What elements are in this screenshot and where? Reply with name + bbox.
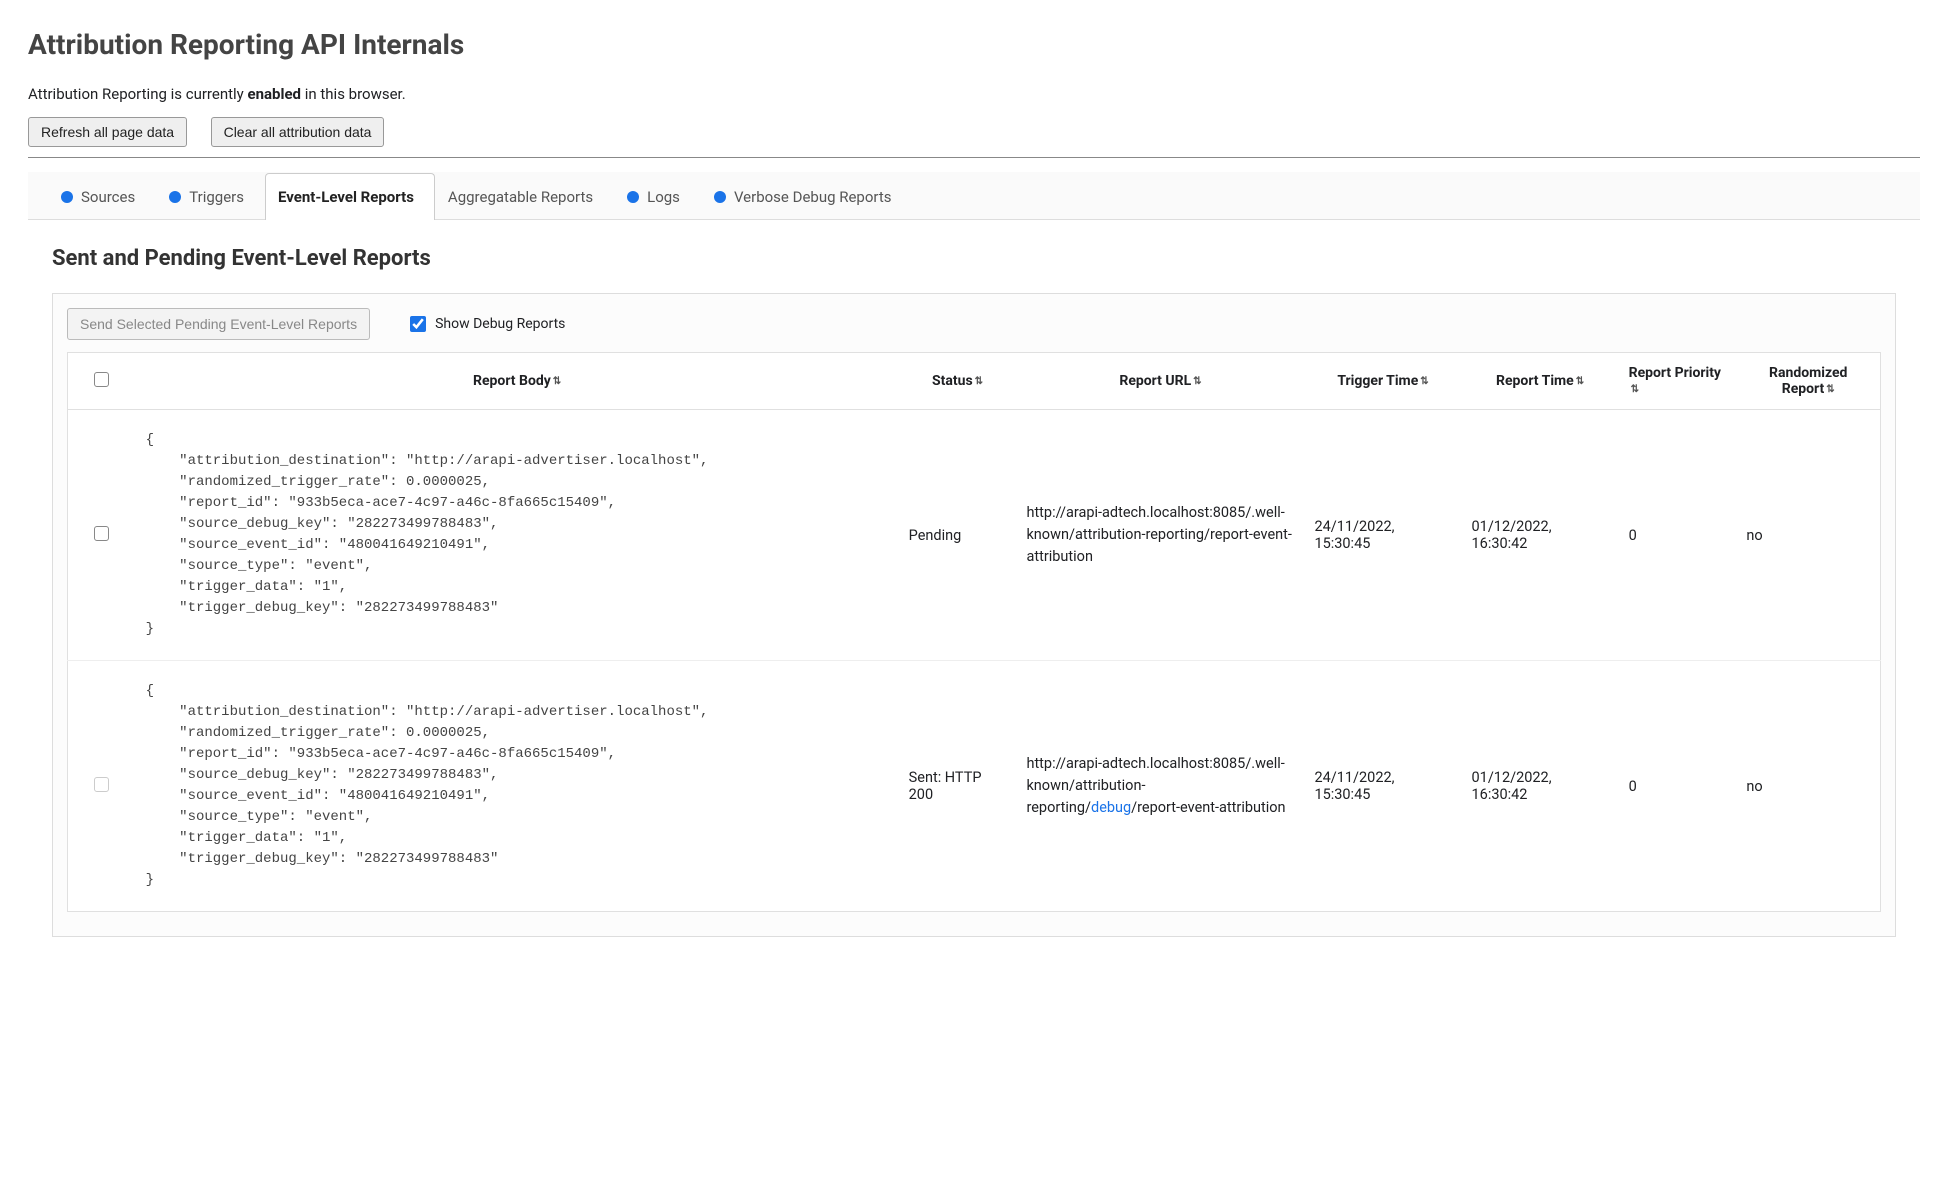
tab-event-level-reports[interactable]: Event-Level Reports bbox=[265, 173, 435, 220]
col-header-label: Status bbox=[932, 373, 973, 389]
show-debug-checkbox[interactable] bbox=[410, 316, 426, 332]
report-body: { "attribution_destination": "http://ara… bbox=[146, 430, 889, 640]
status-word: enabled bbox=[248, 85, 302, 103]
cell-trigger-time: 24/11/2022, 15:30:45 bbox=[1304, 410, 1461, 661]
tab-verbose-debug-reports[interactable]: Verbose Debug Reports bbox=[701, 173, 913, 220]
col-header-priority[interactable]: Report Priority ⇅ bbox=[1619, 353, 1737, 410]
show-debug-label: Show Debug Reports bbox=[435, 316, 565, 332]
dot-icon bbox=[714, 191, 726, 203]
col-header-trigger-time[interactable]: Trigger Time⇅ bbox=[1304, 353, 1461, 410]
tab-logs[interactable]: Logs bbox=[614, 173, 701, 220]
row-checkbox bbox=[94, 777, 109, 792]
reports-panel: Send Selected Pending Event-Level Report… bbox=[52, 293, 1896, 937]
cell-url: http://arapi-adtech.localhost:8085/.well… bbox=[1016, 410, 1304, 661]
col-header-label: Trigger Time bbox=[1337, 373, 1418, 389]
cell-priority: 0 bbox=[1619, 410, 1737, 661]
col-header-randomized[interactable]: Randomized Report⇅ bbox=[1736, 353, 1880, 410]
top-buttons: Refresh all page data Clear all attribut… bbox=[28, 117, 1920, 147]
col-header-url[interactable]: Report URL⇅ bbox=[1016, 353, 1304, 410]
panel-toolbar: Send Selected Pending Event-Level Report… bbox=[67, 308, 1881, 352]
sort-icon: ⇅ bbox=[1826, 384, 1834, 395]
divider bbox=[28, 157, 1920, 158]
tab-label: Sources bbox=[81, 188, 135, 206]
col-header-label: Report Body bbox=[473, 373, 551, 389]
col-header-label: Report URL bbox=[1119, 373, 1191, 389]
col-header-body[interactable]: Report Body⇅ bbox=[136, 353, 899, 410]
tab-triggers[interactable]: Triggers bbox=[156, 173, 265, 220]
col-header-report-time[interactable]: Report Time⇅ bbox=[1462, 353, 1619, 410]
sort-icon: ⇅ bbox=[975, 376, 983, 387]
sort-icon: ⇅ bbox=[1420, 376, 1428, 387]
cell-report-time: 01/12/2022, 16:30:42 bbox=[1462, 410, 1619, 661]
url-debug-segment: debug bbox=[1091, 799, 1131, 816]
col-header-label: Report Priority bbox=[1629, 365, 1721, 381]
status-suffix: in this browser. bbox=[301, 85, 406, 103]
cell-randomized: no bbox=[1736, 661, 1880, 912]
section-event-level-reports: Sent and Pending Event-Level Reports Sen… bbox=[28, 220, 1920, 967]
tab-aggregatable-reports[interactable]: Aggregatable Reports bbox=[435, 173, 614, 220]
page-title: Attribution Reporting API Internals bbox=[28, 28, 1920, 61]
report-body: { "attribution_destination": "http://ara… bbox=[146, 681, 889, 891]
cell-report-time: 01/12/2022, 16:30:42 bbox=[1462, 661, 1619, 912]
table-row: { "attribution_destination": "http://ara… bbox=[68, 661, 1881, 912]
tab-label: Aggregatable Reports bbox=[448, 188, 593, 206]
tab-label: Verbose Debug Reports bbox=[734, 188, 892, 206]
sort-icon: ⇅ bbox=[553, 376, 561, 387]
select-all-checkbox[interactable] bbox=[94, 372, 109, 387]
dot-icon bbox=[169, 191, 181, 203]
row-checkbox[interactable] bbox=[94, 526, 109, 541]
table-row: { "attribution_destination": "http://ara… bbox=[68, 410, 1881, 661]
status-line: Attribution Reporting is currently enabl… bbox=[28, 85, 1920, 103]
send-selected-button[interactable]: Send Selected Pending Event-Level Report… bbox=[67, 308, 370, 340]
tabs-bar: Sources Triggers Event-Level Reports Agg… bbox=[28, 172, 1920, 220]
col-header-status[interactable]: Status⇅ bbox=[899, 353, 1017, 410]
col-header-select bbox=[68, 353, 136, 410]
sort-icon: ⇅ bbox=[1576, 376, 1584, 387]
cell-url: http://arapi-adtech.localhost:8085/.well… bbox=[1016, 661, 1304, 912]
cell-trigger-time: 24/11/2022, 15:30:45 bbox=[1304, 661, 1461, 912]
tab-label: Triggers bbox=[189, 188, 244, 206]
cell-randomized: no bbox=[1736, 410, 1880, 661]
col-header-label: Randomized Report bbox=[1769, 365, 1847, 397]
tab-sources[interactable]: Sources bbox=[48, 173, 156, 220]
sort-icon: ⇅ bbox=[1193, 376, 1201, 387]
section-heading: Sent and Pending Event-Level Reports bbox=[52, 246, 1896, 271]
cell-priority: 0 bbox=[1619, 661, 1737, 912]
reports-table: Report Body⇅ Status⇅ Report URL⇅ Trigger… bbox=[67, 352, 1881, 912]
dot-icon bbox=[627, 191, 639, 203]
tab-label: Event-Level Reports bbox=[278, 188, 414, 206]
refresh-button[interactable]: Refresh all page data bbox=[28, 117, 187, 147]
sort-icon: ⇅ bbox=[1631, 384, 1639, 395]
clear-button[interactable]: Clear all attribution data bbox=[211, 117, 385, 147]
show-debug-reports-toggle[interactable]: Show Debug Reports bbox=[406, 313, 565, 335]
col-header-label: Report Time bbox=[1496, 373, 1574, 389]
dot-icon bbox=[61, 191, 73, 203]
cell-status: Sent: HTTP 200 bbox=[899, 661, 1017, 912]
status-prefix: Attribution Reporting is currently bbox=[28, 85, 248, 103]
cell-status: Pending bbox=[899, 410, 1017, 661]
tab-label: Logs bbox=[647, 188, 680, 206]
